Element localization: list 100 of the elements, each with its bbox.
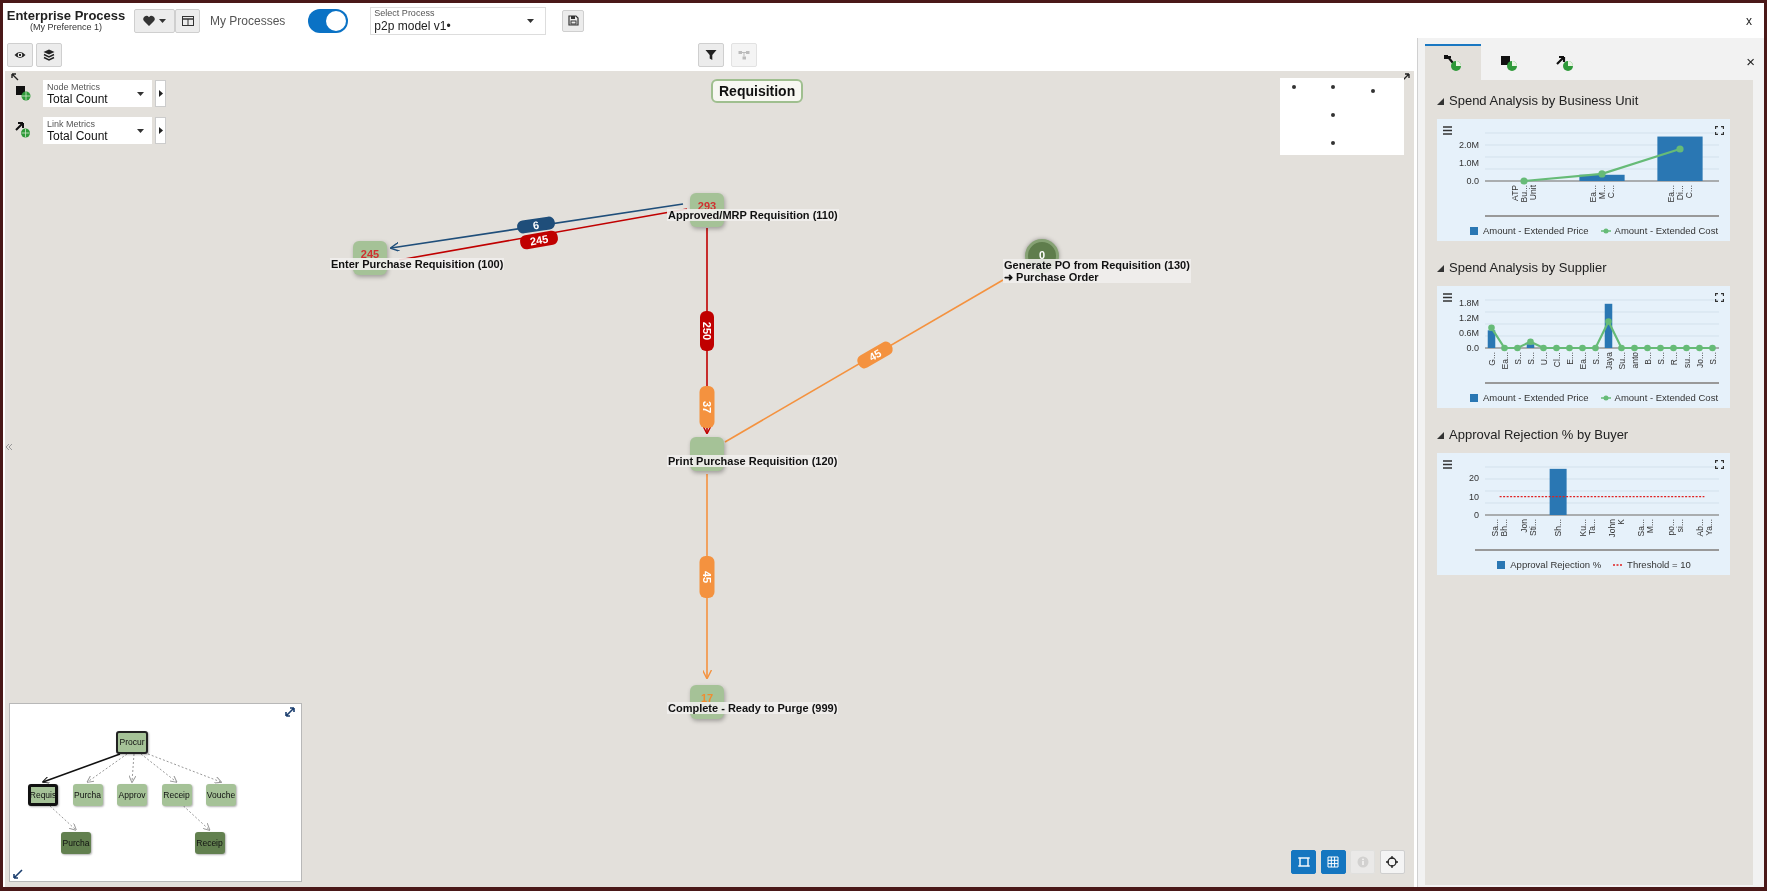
axis-label: su... [1681, 352, 1692, 369]
data-point [1696, 344, 1703, 352]
tree-node[interactable]: Procur [116, 731, 148, 754]
data-point [1501, 344, 1508, 352]
heart-icon [143, 14, 155, 27]
axis-label: Cl... [1551, 352, 1562, 368]
axis-label: Ea... M... C... [1588, 185, 1616, 203]
layout-icon [181, 15, 194, 26]
canvas-title: Requisition [711, 79, 804, 103]
axis-label: Ea... Di... C... [1666, 185, 1694, 203]
chart-tab-icon [1444, 54, 1462, 72]
axis-label: Sh... [1553, 519, 1564, 537]
crosshair-icon [1386, 856, 1398, 868]
data-point [1540, 344, 1547, 352]
data-point [1644, 344, 1651, 352]
axis-label: Ab... Ya... [1694, 519, 1714, 537]
layers-button[interactable] [36, 42, 62, 67]
legend-label: Amount - Extended Price [1482, 224, 1589, 238]
node-count: 17 [700, 693, 714, 704]
edge-count-label: 45 [855, 339, 895, 371]
node-label: Print Purchase Requisition (120) [667, 455, 839, 467]
fullscreen-icon [1715, 460, 1724, 469]
menu-icon [1443, 293, 1452, 302]
save-icon [567, 15, 579, 26]
section-title[interactable]: Spend Analysis by Business Unit [1449, 91, 1639, 111]
axis-tick-label: 1.0M [1459, 158, 1479, 169]
edge-count-label: 245 [519, 229, 559, 251]
filter-button[interactable] [698, 42, 724, 67]
collapse-handle-icon [5, 443, 13, 451]
expand-icon [285, 707, 295, 717]
tree-node[interactable]: Requis [28, 784, 58, 806]
favorites-button[interactable] [134, 8, 175, 33]
caret-icon [527, 18, 535, 23]
caret-icon [137, 129, 144, 133]
menu-icon [1443, 460, 1452, 469]
axis-label: ATP Bu... Unit [1510, 185, 1538, 203]
metric-dropdown[interactable]: Link Metrics Total Count [43, 117, 152, 144]
edge-count-label: 45 [699, 556, 715, 598]
axis-label: Jon Sti... [1519, 519, 1539, 536]
axis-label: B... [1642, 352, 1653, 365]
metric-dropdown[interactable]: Node Metrics Total Count [43, 80, 152, 107]
axis-label: Su... [1616, 352, 1627, 370]
axis-label: Ku... Ta... [1577, 519, 1597, 537]
axis-tick-label: 0.0 [1466, 343, 1479, 353]
axis-tick-label: 2.0M [1459, 140, 1479, 151]
visibility-button[interactable] [7, 42, 33, 67]
data-point [1488, 324, 1495, 332]
expand-button[interactable] [155, 117, 166, 144]
node-metrics-icon [15, 85, 31, 101]
axis-label: po... si... [1665, 519, 1685, 536]
info-icon [1356, 856, 1369, 868]
tree-node[interactable]: Receip [161, 784, 192, 806]
save-button[interactable] [562, 9, 585, 32]
axis-label: Ea... [1499, 352, 1510, 370]
data-point [1657, 344, 1664, 352]
data-point [1527, 338, 1534, 345]
node-count: 245 [360, 249, 380, 260]
fullscreen-icon [1715, 293, 1724, 302]
layout-button[interactable] [175, 8, 200, 33]
section-title[interactable]: Spend Analysis by Supplier [1449, 258, 1607, 278]
close-button[interactable]: × [1746, 50, 1755, 74]
axis-label: S... [1512, 352, 1523, 365]
axis-tick-label: 0.6M [1459, 327, 1479, 338]
legend-label: Amount - Extended Cost [1614, 224, 1719, 238]
link-metrics-icon [15, 122, 31, 138]
play-icon [158, 127, 163, 134]
axis-label: S... [1525, 352, 1536, 365]
tree-node[interactable]: Receip [194, 832, 225, 854]
legend-marker-icon [1468, 393, 1479, 404]
axis-label: Ea... [1577, 352, 1588, 370]
tree-node[interactable]: Purcha [72, 784, 103, 806]
grid-icon [1327, 856, 1339, 868]
tree-node[interactable]: Approv [117, 784, 147, 806]
tree-node[interactable]: Vouche [206, 784, 236, 806]
filter-icon [705, 48, 717, 61]
close-button[interactable]: x [1746, 11, 1752, 30]
data-point [1618, 344, 1625, 352]
axis-label: anto [1629, 352, 1640, 369]
layers-icon [43, 48, 55, 61]
select-process-field[interactable]: Select Process p2p model v1• [370, 6, 547, 35]
collapse-arrow-icon [11, 73, 19, 81]
caret-icon [137, 92, 144, 96]
data-point [1605, 318, 1612, 325]
my-processes-toggle[interactable] [308, 8, 349, 33]
toggle-label: My Processes [210, 12, 286, 30]
play-icon [158, 90, 163, 97]
expand-button[interactable] [155, 80, 166, 107]
legend-marker-icon [1468, 226, 1479, 237]
axis-label: S... [1590, 352, 1601, 365]
section-title[interactable]: Approval Rejection % by Buyer [1449, 425, 1629, 445]
axis-label: U... [1538, 352, 1549, 366]
data-point [1566, 344, 1573, 352]
data-point [1592, 344, 1599, 352]
axis-tick-label: 1.2M [1459, 312, 1479, 323]
edge-count-label: 250 [700, 311, 714, 351]
node-label: Approved/MRP Requisition (110) [667, 209, 839, 221]
tree-node[interactable]: Purcha [61, 832, 91, 854]
app-title: Enterprise Process [6, 9, 126, 22]
axis-label: Sa... Bh... [1490, 519, 1510, 537]
menu-icon [1443, 126, 1452, 135]
